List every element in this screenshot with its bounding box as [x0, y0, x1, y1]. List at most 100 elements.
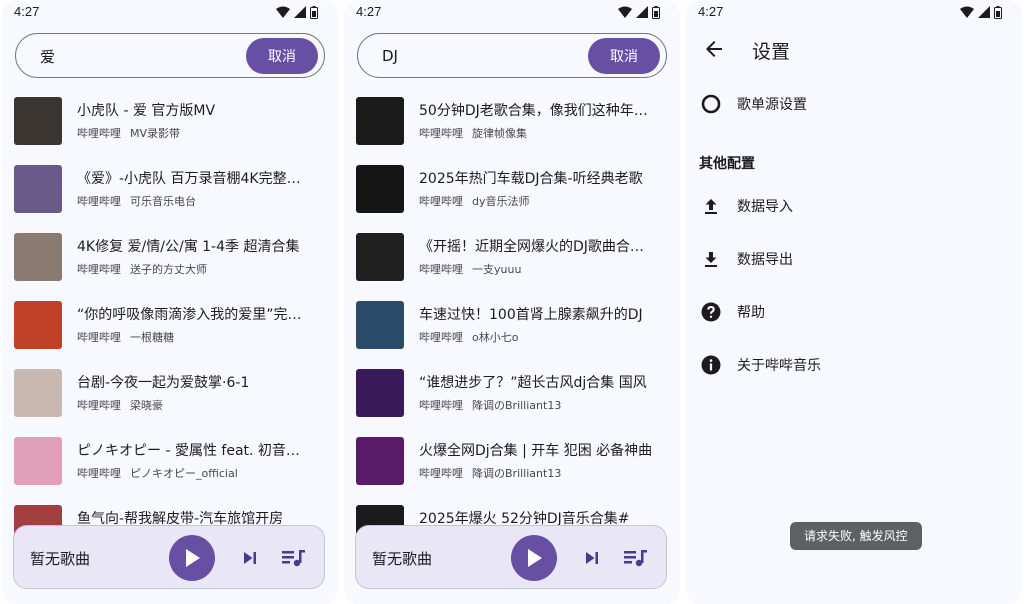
error-toast: 请求失败, 触发风控 [790, 522, 922, 550]
thumbnail-image [356, 233, 404, 281]
result-item[interactable]: “你的呼吸像雨滴渗入我的爱里”完整版 哔哩哔哩 一根糖糖 [2, 292, 338, 360]
help-item[interactable]: 帮助 [686, 290, 1022, 334]
arrow-back-icon [706, 40, 722, 57]
thumbnail-image [14, 437, 62, 485]
play-icon [186, 549, 200, 567]
result-uploader: 旋律帧像集 [472, 127, 527, 140]
result-title: 50分钟DJ老歌合集，像我们这种年纪的人 [419, 103, 655, 119]
status-bar: 4:27 [2, 0, 338, 24]
result-title: 2025年热门车载DJ合集-听经典老歌 [419, 171, 643, 187]
next-button[interactable] [580, 546, 604, 570]
queue-button[interactable] [281, 546, 307, 570]
result-platform: 哔哩哔哩 [419, 467, 463, 480]
export-data-item[interactable]: 数据导出 [686, 237, 1022, 281]
cancel-button[interactable]: 取消 [588, 38, 660, 74]
video-thumbnail [356, 369, 404, 417]
download-icon [705, 252, 717, 267]
result-title: 火爆全网Dj合集 | 开车 犯困 必备神曲 [419, 443, 653, 459]
result-item[interactable]: 车速过快！100首肾上腺素飙升的DJ 哔哩哔哩 o林小七o [344, 292, 680, 360]
back-button[interactable] [700, 36, 728, 64]
result-item[interactable]: ピノキオピー - 愛属性 feat. 初音ミク 哔哩哔哩 ピノキオピー_offici… [2, 428, 338, 496]
video-thumbnail [14, 369, 62, 417]
result-meta: 哔哩哔哩 梁晓豪 [77, 397, 163, 413]
result-item[interactable]: 50分钟DJ老歌合集，像我们这种年纪的人 哔哩哔哩 旋律帧像集 [344, 88, 680, 156]
result-item[interactable]: 台剧-今夜一起为爱鼓掌·6-1 哔哩哔哩 梁晓豪 [2, 360, 338, 428]
result-meta: 哔哩哔哩 o林小七o [419, 329, 518, 345]
help-icon [701, 302, 721, 322]
page-title: 设置 [752, 41, 791, 63]
result-uploader: 一根糖糖 [130, 331, 174, 344]
wifi-icon [618, 6, 632, 18]
result-meta: 哔哩哔哩 降调のBrilliant13 [419, 397, 561, 413]
search-input[interactable] [382, 44, 572, 68]
video-thumbnail [356, 165, 404, 213]
mini-player[interactable]: 暂无歌曲 [355, 525, 667, 589]
thumbnail-image [14, 165, 62, 213]
thumbnail-image [356, 97, 404, 145]
play-button[interactable] [169, 535, 215, 581]
result-item[interactable]: 火爆全网Dj合集 | 开车 犯困 必备神曲 哔哩哔哩 降调のBrilliant13 [344, 428, 680, 496]
status-time: 4:27 [698, 4, 724, 19]
search-screen-dj: 4:27 取消 50分钟DJ老歌合集，像我们这种年纪的人哔哩哔哩旋律帧像集202… [344, 0, 680, 604]
video-thumbnail [356, 233, 404, 281]
result-item[interactable]: 2025年热门车载DJ合集-听经典老歌 哔哩哔哩 dy音乐法师 [344, 156, 680, 224]
battery-icon [310, 5, 318, 19]
result-platform: 哔哩哔哩 [419, 331, 463, 344]
thumbnail-image [356, 165, 404, 213]
result-meta: 哔哩哔哩 dy音乐法师 [419, 193, 530, 209]
result-item[interactable]: 《爱》-小虎队 百万录音棚4K完整版 Hi-Res 哔哩哔哩可乐音乐电台 [2, 156, 338, 224]
skip-next-icon [244, 552, 256, 564]
result-item[interactable]: “谁想进步了？”超长古风dj合集 国风 哔哩哔哩 降调のBrilliant13 [344, 360, 680, 428]
playlist-source-setting[interactable]: 歌单源设置 [686, 82, 1022, 126]
result-uploader: ピノキオピー_official [130, 467, 238, 480]
info-icon [701, 355, 721, 375]
video-thumbnail [356, 97, 404, 145]
result-platform: 哔哩哔哩 [77, 399, 121, 412]
queue-button[interactable] [623, 546, 649, 570]
settings-screen: 4:27 设置 歌单源设置 其他配置 数据导入 数据导出 帮助 关于哔哔音乐 请… [686, 0, 1022, 604]
result-platform: 哔哩哔哩 [419, 195, 463, 208]
video-thumbnail [356, 437, 404, 485]
result-meta: 哔哩哔哩 旋律帧像集 [419, 125, 527, 141]
result-platform: 哔哩哔哩 [77, 127, 121, 140]
result-title: 小虎队 - 爱 官方版MV [77, 103, 216, 119]
player-song-label: 暂无歌曲 [30, 550, 91, 568]
signal-icon [636, 6, 648, 18]
export-data-label: 数据导出 [737, 252, 793, 268]
result-uploader: 降调のBrilliant13 [472, 467, 562, 480]
thumbnail-image [356, 369, 404, 417]
radio-unchecked-icon [701, 94, 721, 114]
search-input[interactable] [40, 44, 230, 68]
result-meta: 哔哩哔哩 一根糖糖 [77, 329, 174, 345]
queue-music-icon [282, 550, 305, 567]
result-item[interactable]: 4K修复 爱/情/公/寓 1-4季 超清合集 哔哩哔哩 送子的方丈大师 [2, 224, 338, 292]
video-thumbnail [14, 233, 62, 281]
wifi-icon [276, 6, 290, 18]
play-button[interactable] [511, 535, 557, 581]
result-uploader: 送子的方丈大师 [130, 263, 207, 276]
result-meta: 哔哩哔哩 送子的方丈大师 [77, 261, 207, 277]
thumbnail-image [356, 437, 404, 485]
video-thumbnail [14, 97, 62, 145]
video-thumbnail [356, 301, 404, 349]
import-data-item[interactable]: 数据导入 [686, 184, 1022, 228]
battery-icon [652, 5, 660, 19]
player-song-label: 暂无歌曲 [372, 550, 433, 568]
result-platform: 哔哩哔哩 [419, 263, 463, 276]
result-title: “你的呼吸像雨滴渗入我的爱里”完整版 [77, 307, 313, 323]
skip-next-icon [586, 552, 598, 564]
result-platform: 哔哩哔哩 [77, 467, 121, 480]
search-bar: 取消 [15, 33, 325, 78]
cancel-button[interactable]: 取消 [246, 38, 318, 74]
mini-player[interactable]: 暂无歌曲 [13, 525, 325, 589]
status-bar: 4:27 [344, 0, 680, 24]
result-title: 《开摇！近期全网爆火的DJ歌曲合集》 [419, 239, 655, 255]
result-meta: 哔哩哔哩 降调のBrilliant13 [419, 465, 561, 481]
about-item[interactable]: 关于哔哔音乐 [686, 343, 1022, 387]
result-item[interactable]: 小虎队 - 爱 官方版MV 哔哩哔哩 MV录影带 [2, 88, 338, 156]
status-bar: 4:27 [686, 0, 1022, 24]
next-button[interactable] [238, 546, 262, 570]
result-item[interactable]: 《开摇！近期全网爆火的DJ歌曲合集》 哔哩哔哩 一支yuuu [344, 224, 680, 292]
search-screen-ai: 4:27 取消 小虎队 - 爱 官方版MV 哔哩哔哩 MV录影带《爱》-小虎队 百万… [2, 0, 338, 604]
status-time: 4:27 [14, 4, 40, 19]
